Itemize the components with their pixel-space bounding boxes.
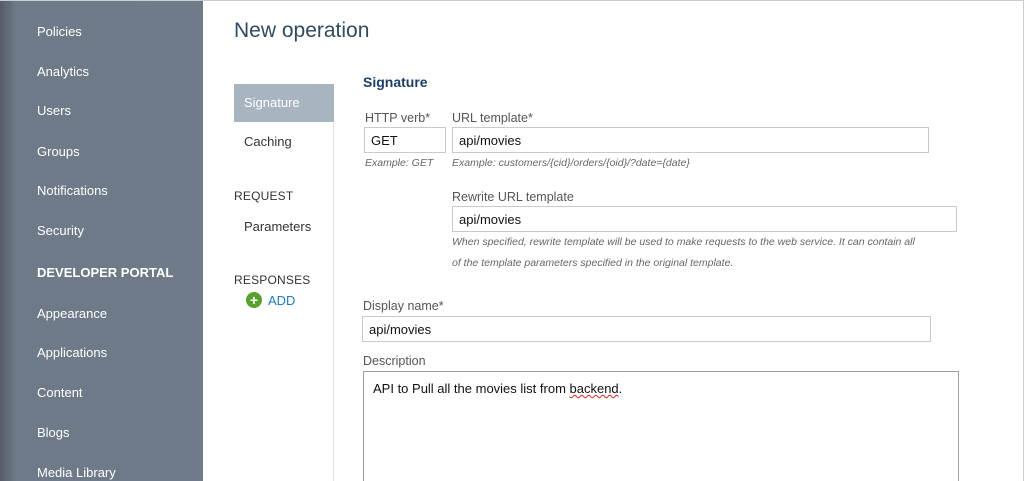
display-name-input[interactable] — [362, 316, 931, 342]
plus-circle-icon: + — [246, 292, 262, 308]
http-verb-label: HTTP verb* — [365, 111, 431, 125]
add-response-label: ADD — [268, 292, 296, 308]
rewrite-url-label: Rewrite URL template — [452, 190, 574, 204]
sidebar: Policies Analytics Users Groups Notifica… — [0, 1, 203, 481]
sidebar-item-media-library[interactable]: Media Library — [37, 465, 116, 481]
display-name-label: Display name* — [363, 299, 444, 313]
tab-signature[interactable]: Signature — [234, 84, 334, 122]
description-text-suffix: . — [618, 381, 623, 396]
description-misspelled-word: backend — [569, 381, 619, 396]
sidebar-item-analytics[interactable]: Analytics — [37, 64, 89, 80]
sidebar-item-appearance[interactable]: Appearance — [37, 306, 107, 322]
subnav-divider — [333, 123, 334, 481]
description-text: API to Pull all the movies list from — [373, 381, 570, 396]
url-template-label: URL template* — [452, 111, 533, 125]
tab-caching[interactable]: Caching — [234, 123, 334, 161]
responses-group-label: RESPONSES — [234, 273, 311, 287]
tab-parameters[interactable]: Parameters — [244, 219, 311, 234]
sidebar-section-developer-portal: DEVELOPER PORTAL — [37, 265, 174, 280]
description-label: Description — [363, 354, 426, 368]
sidebar-edge — [0, 1, 14, 481]
http-verb-input[interactable] — [364, 127, 446, 153]
sidebar-item-groups[interactable]: Groups — [37, 144, 80, 160]
sidebar-item-blogs[interactable]: Blogs — [37, 425, 70, 441]
http-verb-hint: Example: GET — [365, 157, 434, 169]
sidebar-item-policies[interactable]: Policies — [37, 24, 82, 40]
url-template-input[interactable] — [452, 127, 929, 153]
app-window: Policies Analytics Users Groups Notifica… — [0, 0, 1024, 481]
sidebar-item-content[interactable]: Content — [37, 385, 83, 401]
sidebar-item-notifications[interactable]: Notifications — [37, 183, 108, 199]
page-title: New operation — [234, 19, 370, 42]
url-template-hint: Example: customers/{cid}/orders/{oid}/?d… — [452, 157, 690, 169]
section-title-signature: Signature — [363, 74, 428, 90]
add-response-button[interactable]: + ADD — [246, 292, 295, 308]
rewrite-url-hint-line2: of the template parameters specified in … — [452, 257, 734, 269]
request-group-label: REQUEST — [234, 189, 294, 203]
rewrite-url-input[interactable] — [452, 206, 957, 232]
sidebar-item-applications[interactable]: Applications — [37, 345, 107, 361]
description-textarea[interactable]: API to Pull all the movies list from bac… — [363, 371, 959, 481]
sidebar-item-security[interactable]: Security — [37, 223, 84, 239]
sidebar-item-users[interactable]: Users — [37, 103, 71, 119]
rewrite-url-hint-line1: When specified, rewrite template will be… — [452, 236, 915, 248]
